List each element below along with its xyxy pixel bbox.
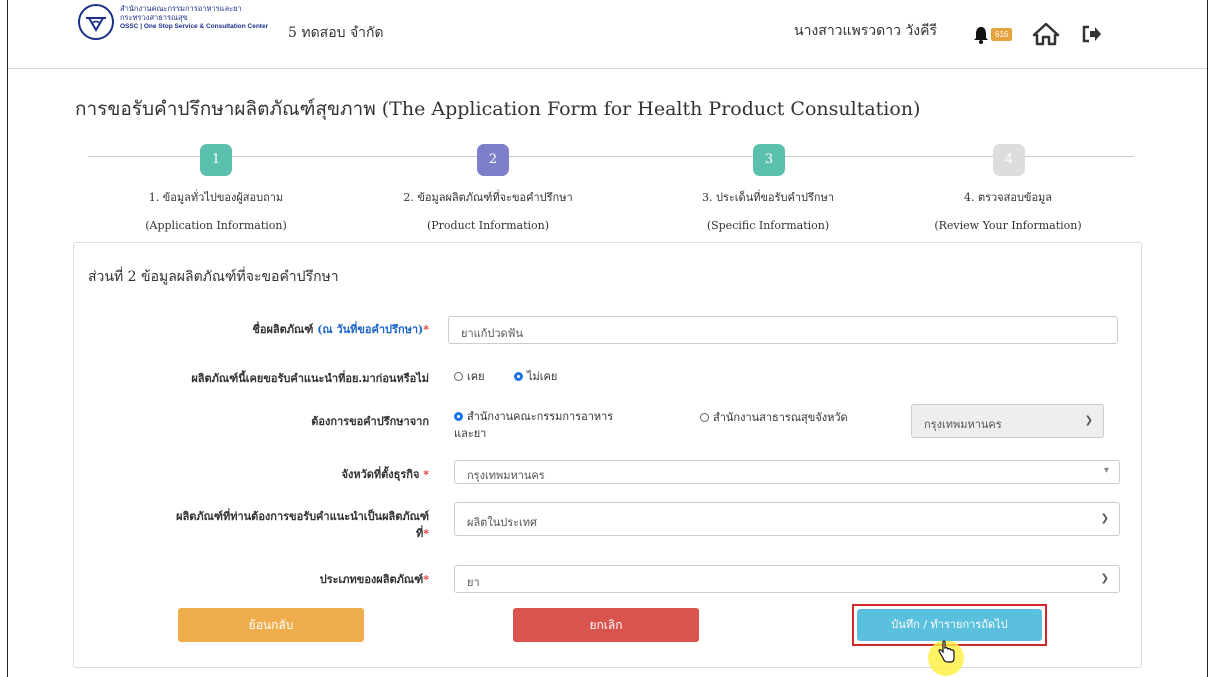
product-origin-label: ผลิตภัณฑ์ที่ท่านต้องการขอรับคำแนะนำเป็นผ… — [176, 510, 429, 540]
product-origin-select[interactable]: ผลิตในประเทศ ❯ — [454, 502, 1120, 536]
product-name-label: ชื่อผลิตภัณฑ์ (ณ วันที่ขอคำปรึกษา)* — [252, 323, 429, 336]
step-1-label: 1. ข้อมูลทั่วไปของผู้สอบถาม — [148, 191, 284, 204]
step-3-badge: 3 — [753, 144, 785, 176]
consult-provincial-radio[interactable]: สำนักงานสาธารณสุขจังหวัด — [700, 408, 848, 426]
step-4-label: 4. ตรวจสอบข้อมูล — [963, 191, 1053, 204]
app-frame: สำนักงานคณะกรรมการอาหารและยา กระทรวงสาธา… — [7, 0, 1208, 677]
step-4-sublabel: (Review Your Information) — [934, 219, 1082, 232]
product-name-input[interactable]: ยาแก้ปวดฟัน — [448, 316, 1118, 344]
user-name[interactable]: นางสาวแพรวดาว วังคีรี — [794, 20, 937, 42]
hand-cursor-icon — [936, 640, 956, 668]
step-2-label: 2. ข้อมูลผลิตภัณฑ์ที่จะขอคำปรึกษา — [403, 191, 573, 204]
prior-advice-no-radio[interactable]: ไม่เคย — [514, 367, 557, 385]
consult-province-select[interactable]: กรุงเทพมหานคร ❯ — [911, 404, 1104, 438]
home-icon[interactable] — [1032, 22, 1060, 50]
prior-advice-yes-radio[interactable]: เคย — [454, 367, 485, 385]
step-2-badge: 2 — [477, 144, 509, 176]
stepper-line — [88, 156, 1134, 157]
step-1-sublabel: (Application Information) — [145, 219, 287, 232]
step-1-badge: 1 — [200, 144, 232, 176]
business-province-label: จังหวัดที่ตั้งธุรกิจ * — [341, 468, 429, 481]
step-3-label: 3. ประเด็นที่ขอรับคำปรึกษา — [702, 191, 834, 204]
section-title: ส่วนที่ 2 ข้อมูลผลิตภัณฑ์ที่จะขอคำปรึกษา — [88, 269, 339, 285]
step-4-badge: 4 — [993, 144, 1025, 176]
consult-fda-radio[interactable]: สำนักงานคณะกรรมการอาหาร และยา — [454, 408, 684, 442]
save-next-button[interactable]: บันทึก / ทำรายการถัดไป — [857, 609, 1042, 641]
product-type-label: ประเภทของผลิตภัณฑ์* — [319, 573, 429, 586]
prior-advice-label: ผลิตภัณฑ์นี้เคยขอรับคำแนะนำที่อย.มาก่อนห… — [191, 372, 429, 385]
cancel-button[interactable]: ยกเลิก — [513, 608, 699, 642]
product-type-select[interactable]: ยา ❯ — [454, 565, 1120, 593]
logout-icon[interactable] — [1082, 25, 1102, 47]
top-bar: สำนักงานคณะกรรมการอาหารและยา กระทรวงสาธา… — [8, 0, 1207, 69]
page-title: การขอรับคำปรึกษาผลิตภัณฑ์สุขภาพ (The App… — [75, 98, 921, 120]
business-province-select[interactable]: กรุงเทพมหานคร ▾ — [454, 460, 1120, 484]
notification-badge[interactable]: 616 — [991, 28, 1013, 41]
step-2-sublabel: (Product Information) — [426, 219, 550, 232]
fda-logo-icon[interactable] — [78, 4, 114, 40]
company-name: 5 ทดสอบ จำกัด — [288, 25, 384, 41]
consult-from-label: ต้องการขอคำปรึกษาจาก — [311, 415, 429, 428]
step-3-sublabel: (Specific Information) — [706, 219, 830, 232]
back-button[interactable]: ย้อนกลับ — [178, 608, 364, 642]
org-name: สำนักงานคณะกรรมการอาหารและยา กระทรวงสาธา… — [120, 4, 269, 30]
bell-icon[interactable] — [971, 25, 991, 45]
